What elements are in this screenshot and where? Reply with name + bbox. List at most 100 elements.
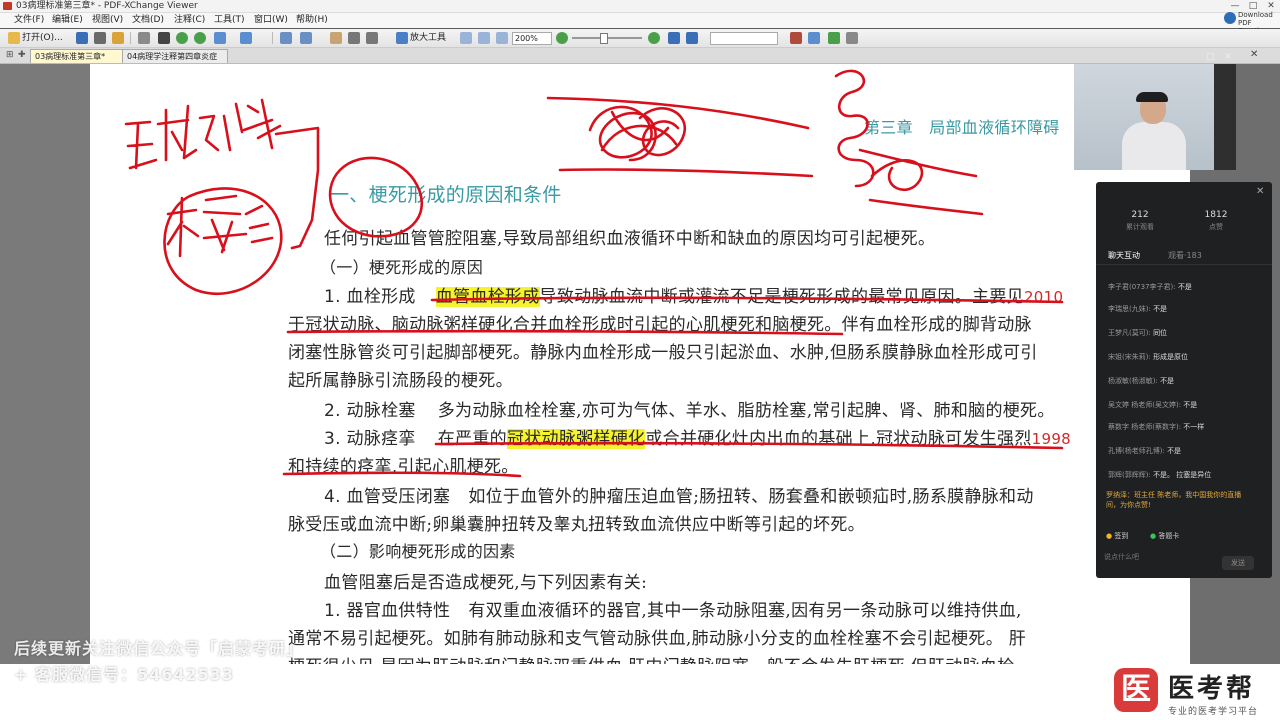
subheading-causes: （一）梗死形成的原因 bbox=[320, 258, 484, 277]
chat-text: 不是 bbox=[1153, 305, 1168, 313]
next-view-icon[interactable] bbox=[686, 32, 698, 44]
rotate-left-icon[interactable] bbox=[280, 32, 292, 44]
chat-user: 蔡数字 杨老师(蔡数字) bbox=[1108, 423, 1179, 431]
actual-size-icon[interactable] bbox=[460, 32, 472, 44]
factors-intro: 血管阻塞后是否造成梗死,与下列因素有关: bbox=[324, 573, 648, 593]
send-button[interactable]: 发送 bbox=[1222, 556, 1254, 570]
close-tab-icon[interactable]: ✕ bbox=[1250, 49, 1258, 60]
watermark-line-2: + 客服微信号：54642533 bbox=[14, 665, 235, 684]
para-compression-line1: 4. 血管受压闭塞 如位于血管外的肿瘤压迫血管;肠扭转、肠套叠和嵌顿疝时,肠系膜静… bbox=[324, 482, 1034, 507]
tab-chat[interactable]: 聊天互动 bbox=[1108, 250, 1140, 261]
snapshot-icon[interactable] bbox=[366, 32, 378, 44]
brand-logo: 医 医考帮 专业的医考学习平台 bbox=[1110, 664, 1280, 720]
download-icon bbox=[1224, 12, 1236, 24]
answer-card-label: 答题卡 bbox=[1158, 532, 1180, 540]
save-icon[interactable] bbox=[76, 32, 88, 44]
search-input[interactable] bbox=[710, 32, 778, 45]
more-tools-icon[interactable] bbox=[846, 32, 858, 44]
comment-tool-icon[interactable] bbox=[828, 32, 840, 44]
previous-view-icon[interactable] bbox=[668, 32, 680, 44]
chat-message: 吴文婷 杨老师(吴文婷): 不是 bbox=[1108, 401, 1198, 409]
hand-tool-icon[interactable] bbox=[330, 32, 342, 44]
brand-badge-icon: 医 bbox=[1114, 668, 1158, 712]
zoom-tool-button[interactable]: 放大工具 bbox=[410, 29, 446, 47]
subheading-factors: （二）影响梗死形成的因素 bbox=[320, 542, 516, 561]
zoom-out-icon[interactable] bbox=[556, 32, 568, 44]
menu-file[interactable]: 文件(F) bbox=[14, 13, 44, 28]
menu-document[interactable]: 文档(D) bbox=[132, 13, 164, 28]
zoom-tool-icon[interactable] bbox=[396, 32, 408, 44]
menu-help[interactable]: 帮助(H) bbox=[296, 13, 328, 28]
menu-tools[interactable]: 工具(T) bbox=[214, 13, 245, 28]
email-icon[interactable] bbox=[112, 32, 124, 44]
app-icon bbox=[3, 2, 12, 10]
stat-likes: 1812 点赞 bbox=[1186, 210, 1246, 232]
ocr-icon[interactable] bbox=[158, 32, 170, 44]
text-run: 如位于血管外的肿瘤压迫血管;肠扭转、肠套叠和嵌顿疝时,肠系膜静脉和动 bbox=[468, 487, 1034, 507]
answer-card-button[interactable]: ● 答题卡 bbox=[1150, 530, 1179, 542]
chat-user: 吴文婷 杨老师(吴文婷) bbox=[1108, 401, 1179, 409]
scan-icon[interactable] bbox=[138, 32, 150, 44]
para-thrombosis-line1: 1. 血栓形成 血管血栓形成导致动脉血流中断或灌流不足是梗死形成的最常见原因。主要… bbox=[324, 282, 1063, 307]
redo-icon[interactable] bbox=[240, 32, 252, 44]
chat-text: 不是 bbox=[1177, 283, 1192, 291]
title-bar: 03病理标准第三章* - PDF-XChange Viewer — □ ✕ bbox=[0, 0, 1280, 13]
forward-icon[interactable] bbox=[194, 32, 206, 44]
find-icon[interactable] bbox=[790, 32, 802, 44]
chat-message: 杨淑敏(杨淑敏): 不是 bbox=[1108, 377, 1175, 385]
exam-year-badge: 1998 bbox=[1031, 430, 1072, 448]
para-thrombosis-line3: 闭塞性脉管炎可引起脚部梗死。静脉内血栓形成一般只引起淤血、水肿,但肠系膜静脉血栓… bbox=[288, 343, 1038, 363]
zoom-slider-handle[interactable] bbox=[600, 33, 608, 44]
undo-icon[interactable] bbox=[214, 32, 226, 44]
toolbar: 打开(O)... 放大工具 200% bbox=[0, 29, 1280, 48]
tab-viewers[interactable]: 观看·183 bbox=[1168, 250, 1202, 261]
answer-card-icon: ● bbox=[1150, 532, 1157, 540]
tab-chapter-4[interactable]: 04病理学注释第四章炎症 bbox=[122, 49, 228, 63]
select-text-icon[interactable] bbox=[348, 32, 360, 44]
fit-width-icon[interactable] bbox=[496, 32, 508, 44]
search-options-icon[interactable] bbox=[808, 32, 820, 44]
open-button[interactable]: 打开(O)... bbox=[22, 29, 63, 47]
chat-text: 同位 bbox=[1153, 329, 1168, 337]
zoom-in-icon[interactable] bbox=[648, 32, 660, 44]
webcam-controls: □ ✕ bbox=[1200, 52, 1236, 64]
chat-message: 李瑞思(九妹): 不是 bbox=[1108, 305, 1168, 313]
highlight-coronary-atherosclerosis: 冠状动脉粥样硬化 bbox=[506, 429, 646, 449]
text-run: 在严重的 bbox=[437, 429, 507, 449]
item-label: 4. 血管受压闭塞 bbox=[324, 487, 451, 507]
menu-bar: 文件(F) 编辑(E) 视图(V) 文档(D) 注释(C) 工具(T) 窗口(W… bbox=[0, 13, 1280, 28]
presenter-cap bbox=[1136, 92, 1168, 102]
fit-page-icon[interactable] bbox=[478, 32, 490, 44]
chat-text: 不是 bbox=[1160, 377, 1175, 385]
tab-chapter-3[interactable]: 03病理标准第三章* bbox=[30, 49, 128, 63]
live-chat-panel: ✕ 212 累计观看 1812 点赞 聊天互动 观看·183 李子君(0737李… bbox=[1096, 182, 1272, 578]
chat-user: 宋姐(宋朱莉) bbox=[1108, 353, 1149, 361]
close-webcam-icon[interactable]: ✕ bbox=[1224, 52, 1232, 62]
tab-list-icon[interactable]: ⊞ bbox=[6, 50, 14, 60]
back-icon[interactable] bbox=[176, 32, 188, 44]
download-promo[interactable]: Download PDF Creation Tools bbox=[1222, 10, 1280, 43]
presenter-body bbox=[1122, 122, 1186, 170]
chat-user: 杨淑敏(杨淑敏) bbox=[1108, 377, 1156, 385]
menu-window[interactable]: 窗口(W) bbox=[254, 13, 288, 28]
chat-input[interactable]: 说点什么吧 bbox=[1104, 552, 1214, 562]
chat-text: 不是。 拉塞是异位 bbox=[1153, 471, 1212, 479]
menu-view[interactable]: 视图(V) bbox=[92, 13, 123, 28]
menu-comment[interactable]: 注释(C) bbox=[174, 13, 205, 28]
checkin-button[interactable]: ● 签到 bbox=[1106, 530, 1128, 542]
open-folder-icon[interactable] bbox=[8, 32, 20, 44]
print-icon[interactable] bbox=[94, 32, 106, 44]
close-panel-icon[interactable]: ✕ bbox=[1256, 186, 1264, 197]
pdf-page[interactable]: 第三章 局部血液循环障碍 一、梗死形成的原因和条件 任何引起血管管腔阻塞,导致局… bbox=[90, 64, 1190, 677]
menu-edit[interactable]: 编辑(E) bbox=[52, 13, 83, 28]
new-tab-icon[interactable]: ✚ bbox=[18, 50, 26, 60]
rotate-right-icon[interactable] bbox=[300, 32, 312, 44]
chat-message: 王梦凡(莫可): 同位 bbox=[1108, 329, 1168, 337]
restore-icon[interactable]: □ bbox=[1206, 52, 1215, 62]
chat-text: 不一样 bbox=[1183, 423, 1205, 431]
text-run: 多为动脉血栓栓塞,亦可为气体、羊水、脂肪栓塞,常引起脾、肾、肺和脑的梗死。 bbox=[437, 401, 1055, 421]
chat-message: 宋姐(宋朱莉): 形成是原位 bbox=[1108, 353, 1189, 361]
background-shelf bbox=[1214, 64, 1236, 170]
watermark-line-1: 后续更新关注微信公众号「启蒙考研」 bbox=[14, 639, 304, 658]
zoom-level-select[interactable]: 200% bbox=[512, 32, 552, 45]
